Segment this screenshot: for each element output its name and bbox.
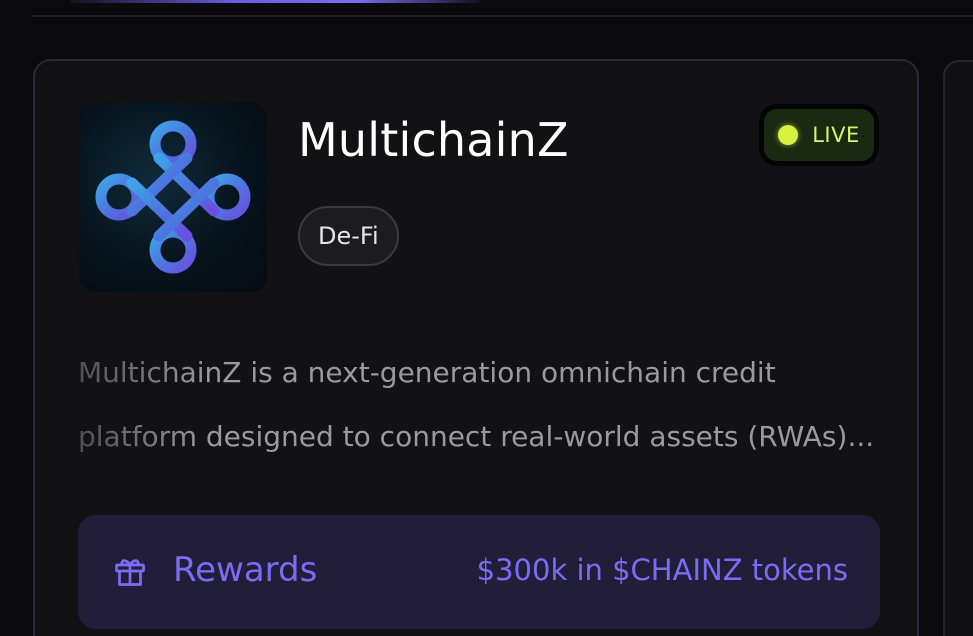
project-card[interactable]: MultichainZ De-Fi LIVE MultichainZ is a … bbox=[33, 59, 919, 636]
project-title: MultichainZ bbox=[298, 113, 569, 167]
status-badge: LIVE bbox=[759, 104, 879, 166]
active-tab-indicator bbox=[70, 0, 480, 3]
status-label: LIVE bbox=[812, 123, 860, 147]
next-project-card[interactable] bbox=[943, 60, 973, 636]
page: MultichainZ De-Fi LIVE MultichainZ is a … bbox=[0, 0, 973, 636]
category-tag-label: De-Fi bbox=[318, 222, 379, 250]
top-divider bbox=[32, 15, 973, 17]
gift-icon bbox=[115, 559, 145, 586]
project-description: MultichainZ is a next-generation omnicha… bbox=[78, 341, 878, 469]
rewards-panel: Rewards $300k in $CHAINZ tokens bbox=[78, 515, 880, 629]
description-line: MultichainZ is a next-generation omnicha… bbox=[78, 356, 776, 389]
knot-logo-icon bbox=[95, 120, 251, 274]
rewards-value: $300k in $CHAINZ tokens bbox=[476, 553, 848, 587]
rewards-label: Rewards bbox=[173, 550, 318, 590]
description-line: platform designed to connect real-world … bbox=[78, 420, 875, 453]
live-dot-icon bbox=[778, 125, 799, 145]
category-tag[interactable]: De-Fi bbox=[298, 206, 399, 266]
project-logo bbox=[79, 102, 267, 292]
